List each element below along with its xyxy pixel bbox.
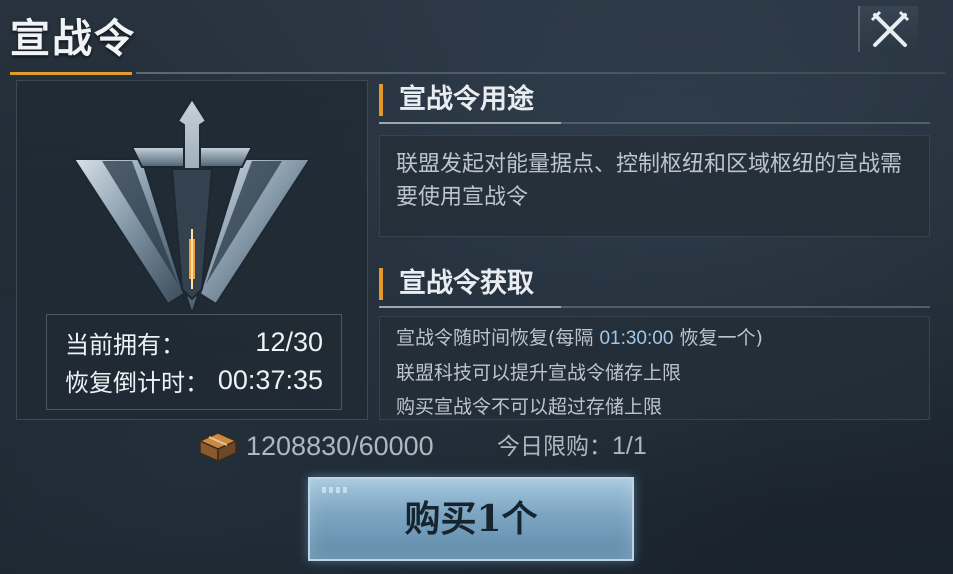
daily-limit-label: 今日限购： [497,434,612,460]
heading-underline-highlight [379,306,561,308]
daily-limit: 今日限购：1/1 [497,428,647,464]
usage-description: 联盟发起对能量据点、控制枢纽和区域枢纽的宣战需要使用宣战令 [379,135,930,237]
acquire-line-1: 宣战令随时间恢复(每隔 01:30:00 恢复一个) [396,321,913,356]
usage-heading-text: 宣战令用途 [399,84,534,115]
acquire-line-1-prefix: 宣战令随时间恢复(每隔 [396,327,600,349]
war-token-emblem-icon [72,99,312,314]
acquire-line-1-suffix: 恢复一个) [673,327,763,349]
close-icon [870,10,910,47]
acquire-line-2: 联盟科技可以提升宣战令储存上限 [396,362,682,384]
acquire-description: 宣战令随时间恢复(每隔 01:30:00 恢复一个) 联盟科技可以提升宣战令储存… [379,316,930,420]
recover-countdown: 00:37:35 [217,364,323,395]
recover-label: 恢复倒计时： [65,368,209,397]
buy-button[interactable]: 购买1个 [308,477,634,561]
heading-accent-bar [379,84,383,116]
usage-heading: 宣战令用途 [379,78,930,124]
currency-amount: 1208830/60000 [246,430,434,461]
buy-button-label: 购买1个 [404,498,538,540]
stats-box: 当前拥有： 12/30 恢复倒计时： 00:37:35 [46,314,342,410]
acquire-heading: 宣战令获取 [379,262,930,308]
acquire-line-3: 购买宣战令不可以超过存储上限 [396,396,663,418]
owned-row: 当前拥有： 12/30 [65,325,323,359]
heading-accent-bar [379,268,383,300]
heading-underline-highlight [379,122,561,124]
recover-row: 恢复倒计时： 00:37:35 [65,363,323,397]
resource-crate-icon [198,432,238,463]
title-rule-accent [10,72,132,75]
owned-value: 12/30 [255,326,323,357]
item-panel: 当前拥有： 12/30 恢复倒计时： 00:37:35 [16,80,368,420]
close-button[interactable] [858,6,918,52]
daily-limit-value: 1/1 [612,432,647,460]
title-rule [136,72,945,74]
recover-interval: 01:30:00 [599,328,674,349]
page-title: 宣战令 [10,15,136,62]
currency-display: 1208830/60000 [196,428,434,464]
acquire-heading-text: 宣战令获取 [399,268,534,299]
owned-label: 当前拥有： [65,330,185,359]
